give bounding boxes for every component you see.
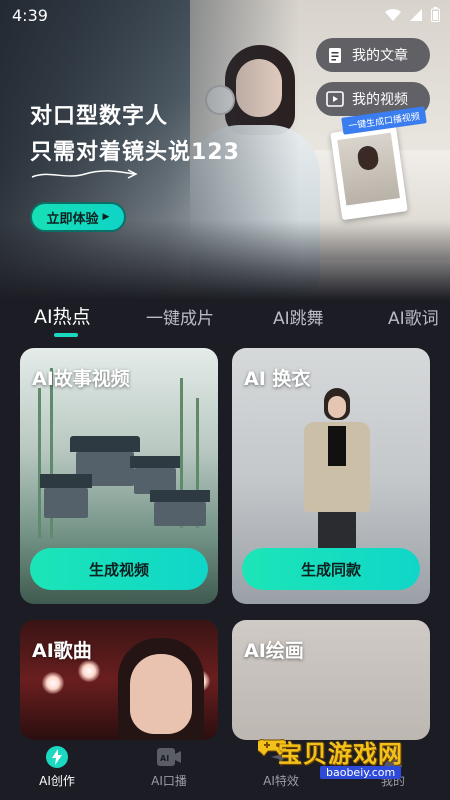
lightning-bolt-icon (44, 744, 70, 770)
watermark-text: 宝贝游戏网 (278, 740, 403, 768)
battery-icon (431, 7, 440, 22)
tab-ai-hot[interactable]: AI热点 (34, 302, 91, 329)
ai-story-video-card[interactable]: AI故事视频 生成视频 (20, 348, 218, 604)
watermark-logo: 宝贝游戏网 baobeiy.com (258, 728, 438, 788)
tab-active-indicator (54, 333, 78, 337)
generate-same-button[interactable]: 生成同款 (242, 548, 420, 590)
hero-subtitle: 只需对着镜头说123 (30, 140, 240, 165)
watermark-url: baobeiy.com (320, 766, 402, 779)
nav-ai-create[interactable]: AI创作 (12, 744, 102, 789)
try-now-button[interactable]: 立即体验 ▶ (30, 202, 126, 232)
my-articles-label: 我的文章 (352, 48, 408, 64)
tab-one-click-film[interactable]: 一键成片 (146, 304, 214, 329)
promo-photo-card (330, 123, 408, 221)
hero-banner[interactable]: 4:39 对口型数字人 只需对着镜头说123 立即体验 ▶ 我的文章 我的视频 … (0, 0, 450, 300)
card-title: AI 换衣 (244, 368, 311, 390)
ai-painting-card[interactable]: AI绘画 (232, 620, 430, 740)
ai-song-card[interactable]: AI歌曲 (20, 620, 218, 740)
generate-video-button[interactable]: 生成视频 (30, 548, 208, 590)
nav-label: AI口播 (151, 774, 187, 788)
hero-title: 对口型数字人 (30, 104, 169, 129)
status-time: 4:39 (12, 6, 48, 25)
my-videos-label: 我的视频 (352, 92, 408, 108)
svg-text:AI: AI (160, 754, 169, 763)
video-play-icon (326, 90, 344, 108)
card-title: AI歌曲 (32, 640, 92, 662)
try-now-label: 立即体验 (46, 211, 99, 227)
squiggle-arrow-icon (31, 169, 138, 179)
category-tabs: AI热点 一键成片 AI跳舞 AI歌词 (0, 300, 450, 340)
tab-ai-dance[interactable]: AI跳舞 (273, 304, 324, 329)
status-icons (385, 7, 440, 22)
card-title: AI故事视频 (32, 368, 130, 390)
my-articles-button[interactable]: 我的文章 (316, 38, 430, 72)
ai-outfit-change-card[interactable]: AI 换衣 生成同款 (232, 348, 430, 604)
wifi-icon (385, 8, 401, 21)
nav-label: AI创作 (39, 774, 75, 788)
signal-icon (410, 8, 422, 21)
tab-ai-lyrics[interactable]: AI歌词 (388, 304, 439, 329)
document-icon (326, 46, 344, 64)
ai-video-icon: AI (156, 744, 182, 770)
play-triangle-icon: ▶ (102, 212, 110, 222)
nav-ai-broadcast[interactable]: AI AI口播 (124, 744, 214, 789)
card-title: AI绘画 (244, 640, 304, 662)
